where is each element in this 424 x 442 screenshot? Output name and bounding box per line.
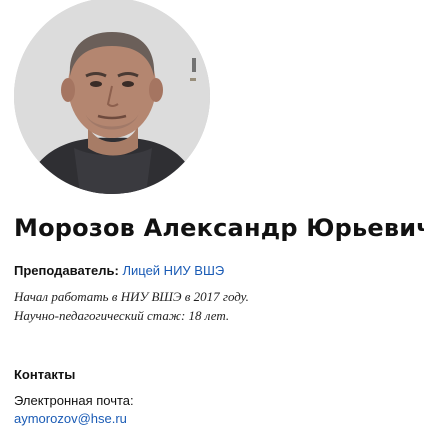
bio: Начал работать в НИУ ВШЭ в 2017 году. На… <box>14 287 249 325</box>
bio-experience: Научно-педагогический стаж: 18 лет. <box>14 308 230 323</box>
avatar-photo <box>14 0 210 194</box>
position-label: Преподаватель: <box>14 263 119 278</box>
contacts-heading: Контакты <box>14 367 76 382</box>
avatar <box>14 0 210 194</box>
email-label: Электронная почта: <box>14 393 134 408</box>
email-link[interactable]: aymorozov@hse.ru <box>14 411 127 426</box>
person-name: Морозов Александр Юрьевич <box>14 214 424 242</box>
bio-start-year: Начал работать в НИУ ВШЭ в 2017 году. <box>14 289 249 304</box>
position-link[interactable]: Лицей НИУ ВШЭ <box>122 263 224 278</box>
position-line: Преподаватель: Лицей НИУ ВШЭ <box>14 263 224 278</box>
